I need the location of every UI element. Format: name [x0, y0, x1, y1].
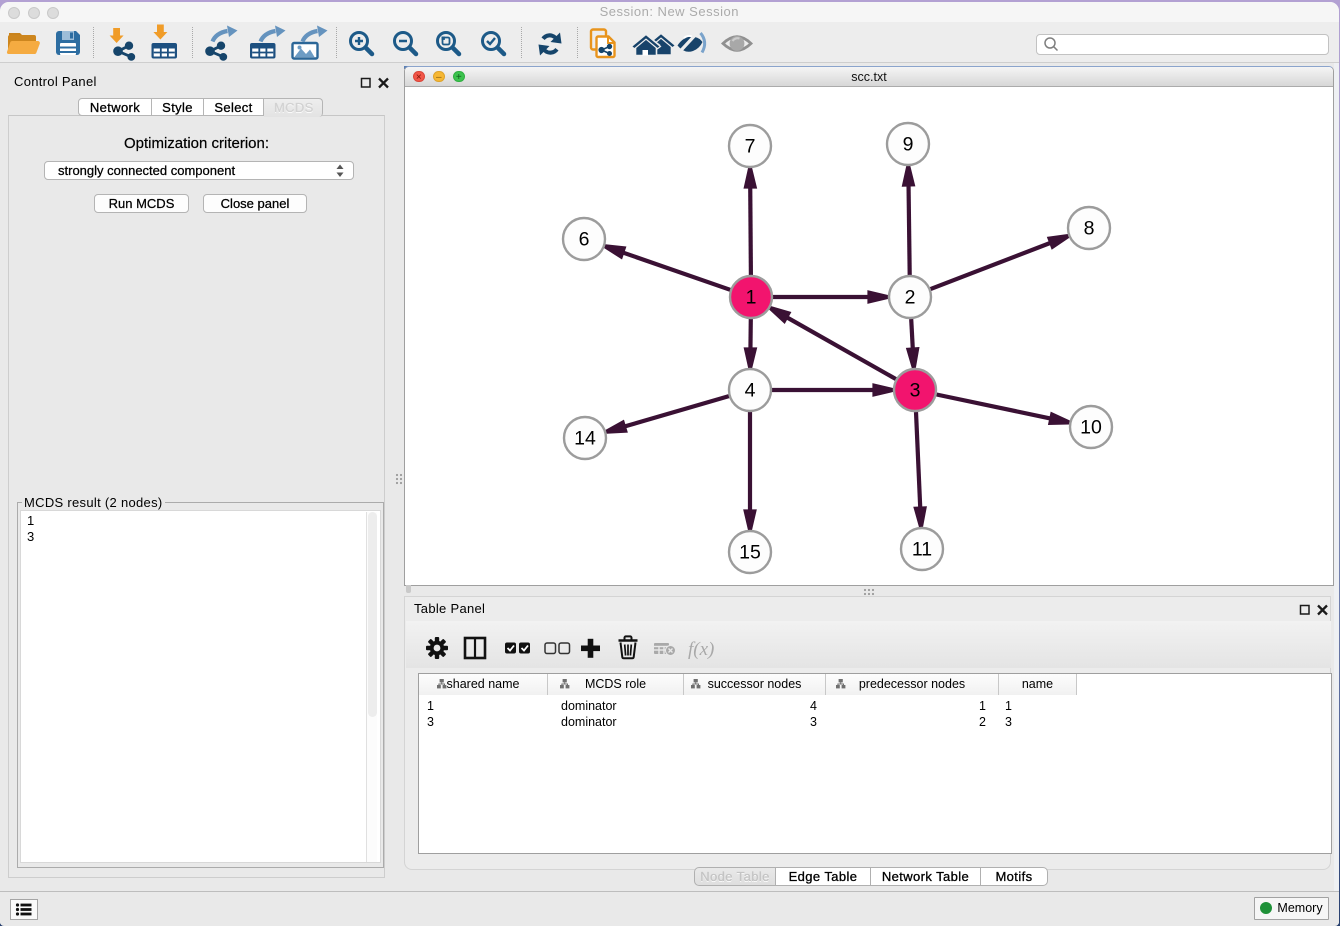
svg-text:15: 15 [739, 542, 761, 564]
svg-text:4: 4 [745, 380, 756, 402]
svg-text:6: 6 [579, 229, 590, 251]
svg-text:7: 7 [745, 136, 756, 158]
svg-text:3: 3 [910, 380, 921, 402]
svg-text:8: 8 [1084, 218, 1095, 240]
svg-text:2: 2 [905, 287, 916, 309]
svg-text:10: 10 [1080, 417, 1102, 439]
svg-text:1: 1 [746, 287, 757, 309]
svg-text:9: 9 [903, 134, 914, 156]
svg-text:f(x): f(x) [688, 639, 714, 660]
svg-text:14: 14 [574, 428, 596, 450]
svg-text:11: 11 [912, 539, 932, 561]
